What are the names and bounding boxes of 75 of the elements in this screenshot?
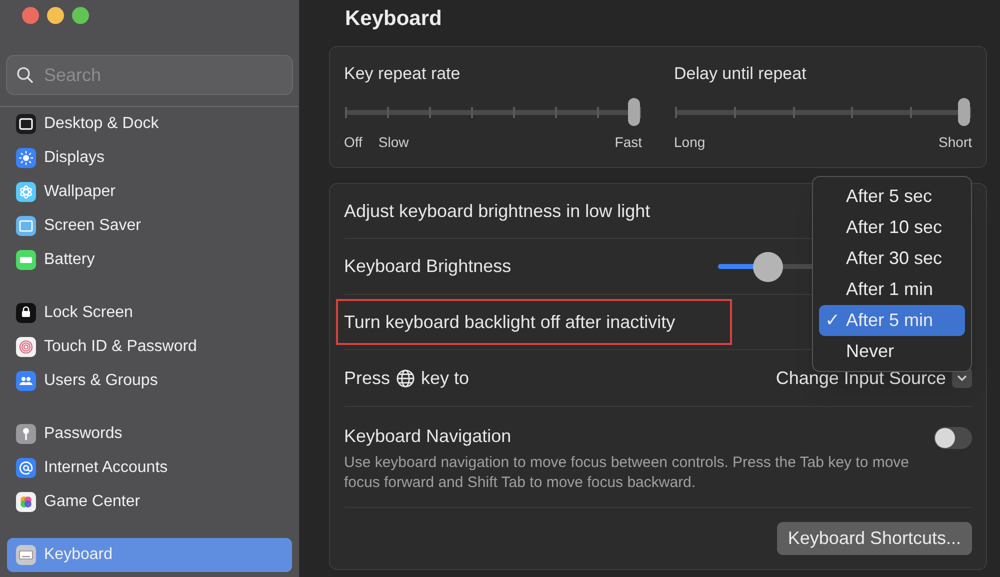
sidebar-item[interactable]: Desktop & Dock: [7, 107, 292, 141]
key-icon: [16, 424, 36, 444]
checkmark-icon: ✓: [825, 307, 840, 334]
dock-icon: [16, 114, 36, 134]
menu-item-label: After 30 sec: [846, 247, 942, 270]
slider-thumb[interactable]: [753, 252, 783, 282]
menu-item[interactable]: After 10 sec: [819, 212, 965, 243]
sidebar-item-label: Displays: [44, 148, 104, 168]
menu-item[interactable]: After 1 min: [819, 274, 965, 305]
keyboard-shortcuts-button[interactable]: Keyboard Shortcuts...: [776, 522, 972, 555]
keyboard-icon: [16, 545, 36, 565]
sidebar-item[interactable]: Screen Saver: [7, 209, 292, 243]
sidebar-item[interactable]: Displays: [7, 141, 292, 175]
bubbles-icon: [16, 492, 36, 512]
menu-item-label: After 5 sec: [846, 185, 932, 208]
scale-label: Slow: [378, 133, 409, 152]
slider-track[interactable]: [676, 98, 970, 126]
slider-thumb[interactable]: [958, 98, 970, 126]
sidebar-item-label: Desktop & Dock: [44, 114, 159, 134]
setting-label: Keyboard Navigation: [344, 425, 512, 448]
menu-item[interactable]: ✓ After 5 min: [819, 305, 965, 336]
sidebar-item-label: Touch ID & Password: [44, 337, 197, 357]
sidebar-item[interactable]: Touch ID & Password: [7, 330, 292, 364]
setting-label: Turn keyboard backlight off after inactivity: [344, 310, 676, 334]
screen-icon: [16, 216, 36, 236]
sidebar-item[interactable]: Passwords: [7, 417, 292, 451]
setting-label: Press: [344, 366, 390, 390]
menu-item-label: After 5 min: [846, 309, 934, 332]
setting-label: key to: [421, 366, 470, 390]
setting-label: Adjust keyboard brightness in low light: [344, 200, 650, 223]
sidebar-item-label: Battery: [44, 250, 95, 270]
sidebar-item-label: Internet Accounts: [44, 458, 168, 478]
search-icon: [16, 66, 34, 84]
close-window-button[interactable]: [22, 7, 39, 24]
menu-item[interactable]: Never: [819, 336, 965, 367]
sidebar-item-label: Lock Screen: [44, 303, 133, 323]
minimize-window-button[interactable]: [47, 7, 64, 24]
sidebar-item[interactable]: Battery: [7, 243, 292, 277]
slider-track[interactable]: [346, 98, 640, 126]
scale-label: Short: [938, 133, 972, 152]
sun-icon: [16, 148, 36, 168]
sidebar-item[interactable]: Game Center: [7, 485, 292, 519]
sidebar-item[interactable]: Internet Accounts: [7, 451, 292, 485]
menu-item-label: After 10 sec: [846, 216, 942, 239]
sidebar-item-label: Wallpaper: [44, 182, 116, 202]
sidebar-item-label: Screen Saver: [44, 216, 141, 236]
slider-thumb[interactable]: [628, 98, 640, 126]
menu-item-label: After 1 min: [846, 278, 934, 301]
setting-description: Use keyboard navigation to move focus between controls. Press the Tab key to move focus forward and Shift Tab to move focus backward.: [344, 453, 910, 493]
sidebar-item-label: Passwords: [44, 424, 122, 444]
globe-icon: [396, 368, 416, 388]
toggle-switch[interactable]: [934, 427, 972, 449]
users-icon: [16, 371, 36, 391]
setting-label: Keyboard Brightness: [344, 255, 512, 278]
sidebar-item[interactable]: Users & Groups: [7, 364, 292, 398]
fingerprint-icon: [16, 337, 36, 357]
scale-label: Fast: [614, 133, 642, 152]
menu-item[interactable]: After 5 sec: [819, 181, 965, 212]
zoom-window-button[interactable]: [72, 7, 89, 24]
flower-icon: [16, 182, 36, 202]
scale-label: Off: [344, 133, 362, 152]
menu-item-label: Never: [846, 340, 894, 363]
sidebar-item[interactable]: Lock Screen: [7, 296, 292, 330]
slider-label: Delay until repeat: [674, 62, 808, 84]
sidebar-item-label: Game Center: [44, 492, 140, 512]
slider-label: Key repeat rate: [344, 62, 462, 84]
at-icon: [16, 458, 36, 478]
sidebar-item[interactable]: Wallpaper: [7, 175, 292, 209]
window-title: Keyboard: [345, 6, 443, 32]
sidebar-item-label: Users & Groups: [44, 371, 158, 391]
battery-icon: [16, 250, 36, 270]
scale-label: Long: [674, 133, 706, 152]
lock-icon: [16, 303, 36, 323]
sidebar-item-label: Keyboard: [44, 545, 112, 565]
menu-item[interactable]: After 30 sec: [819, 243, 965, 274]
